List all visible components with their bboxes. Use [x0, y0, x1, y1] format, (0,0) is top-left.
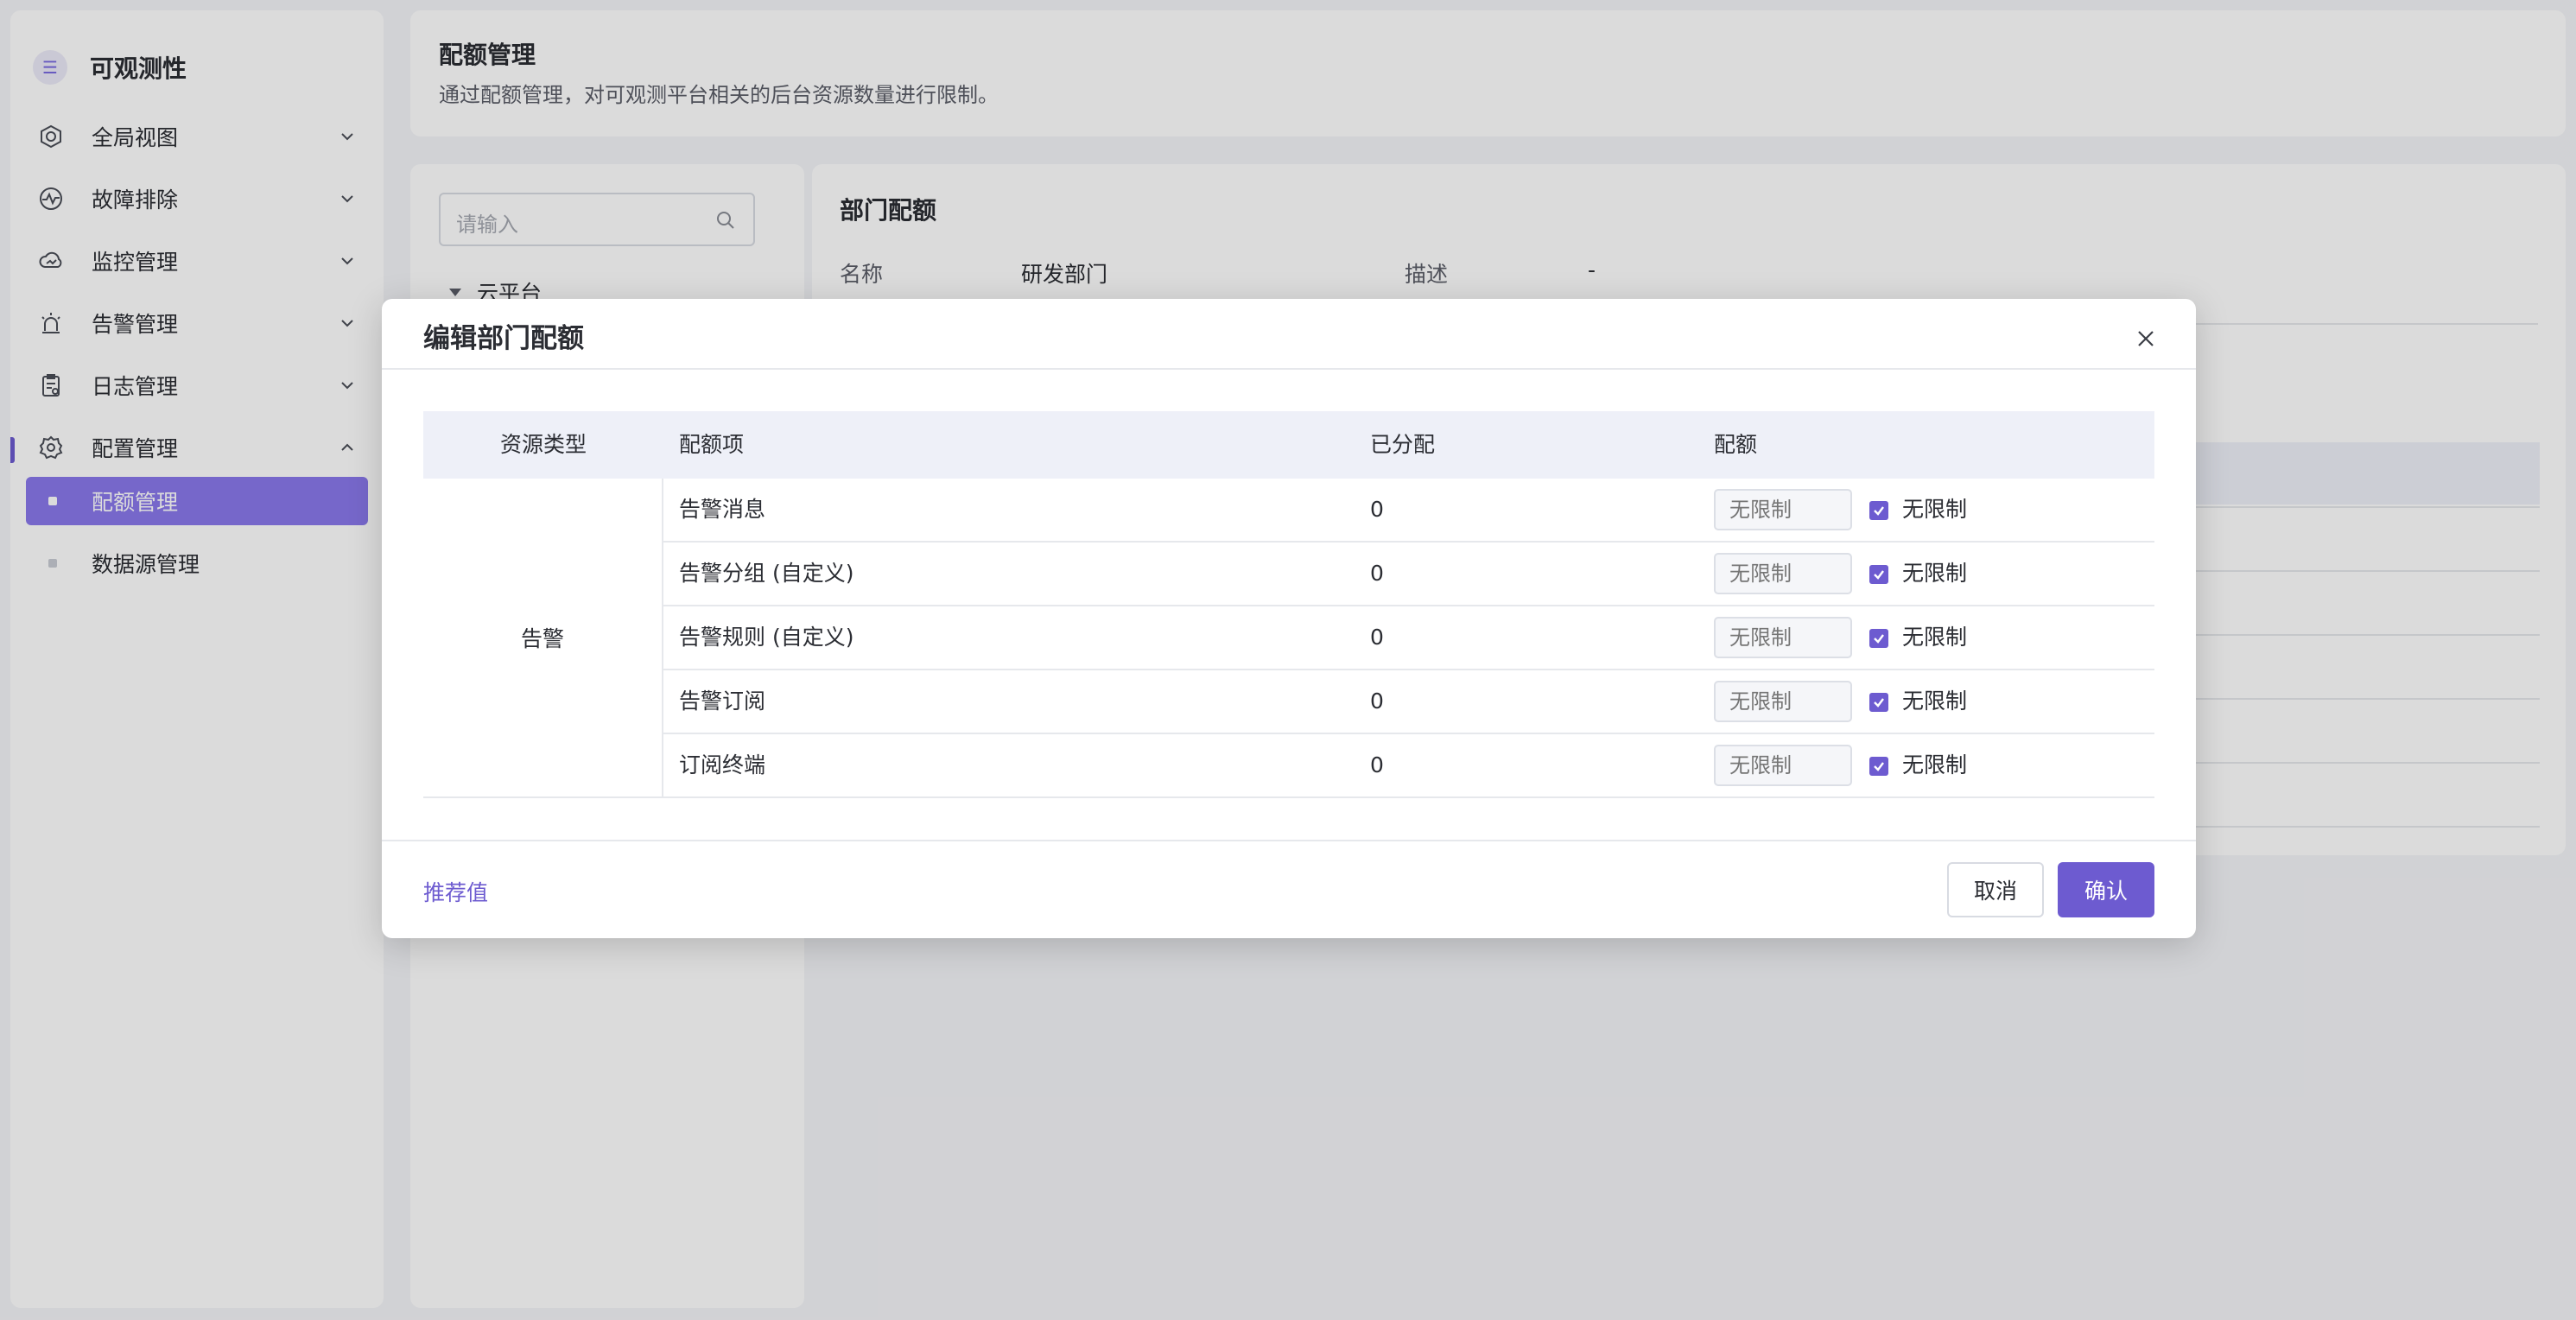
- cancel-button[interactable]: 取消: [1947, 862, 2044, 917]
- unlimited-label[interactable]: 无限制: [1902, 543, 1967, 605]
- recommended-value-link[interactable]: 推荐值: [423, 876, 488, 907]
- check-icon: [1874, 570, 1884, 580]
- check-icon: [1874, 506, 1884, 516]
- resource-type-cell: 告警: [423, 479, 663, 798]
- unlimited-label[interactable]: 无限制: [1902, 670, 1967, 733]
- column-header-quota-item: 配额项: [679, 432, 745, 457]
- close-icon: [2138, 331, 2154, 346]
- table-row: 告警分组 (自定义) 0 无限制: [663, 543, 2154, 606]
- unlimited-label[interactable]: 无限制: [1902, 606, 1967, 669]
- allocated-cell: 0: [1370, 752, 1384, 777]
- allocated-cell: 0: [1370, 497, 1384, 522]
- divider: [382, 368, 2196, 370]
- confirm-button[interactable]: 确认: [2058, 862, 2154, 917]
- allocated-cell: 0: [1370, 561, 1384, 586]
- table-body: 告警 告警消息 0 无限制 告警分组 (自定义) 0 无限制 告警规则 (自定义…: [423, 479, 2154, 798]
- unlimited-label[interactable]: 无限制: [1902, 734, 1967, 796]
- column-header-allocated: 已分配: [1370, 432, 1436, 457]
- unlimited-label[interactable]: 无限制: [1902, 479, 1967, 541]
- column-header-quota: 配额: [1714, 432, 1758, 457]
- check-icon: [1874, 634, 1884, 644]
- check-icon: [1874, 698, 1884, 708]
- divider: [382, 840, 2196, 841]
- quota-input[interactable]: [1714, 489, 1852, 530]
- quota-input[interactable]: [1714, 553, 1852, 594]
- unlimited-checkbox[interactable]: [1869, 693, 1888, 712]
- allocated-cell: 0: [1370, 625, 1384, 650]
- unlimited-checkbox[interactable]: [1869, 501, 1888, 520]
- table-row: 告警订阅 0 无限制: [663, 670, 2154, 734]
- quota-item-cell: 告警分组 (自定义): [679, 561, 854, 586]
- unlimited-checkbox[interactable]: [1869, 757, 1888, 776]
- close-button[interactable]: [2127, 320, 2165, 358]
- edit-quota-dialog: 编辑部门配额 资源类型 配额项 已分配 配额 告警 告警消息 0 无限制 告警分…: [382, 299, 2196, 938]
- allocated-cell: 0: [1370, 689, 1384, 714]
- quota-item-cell: 告警规则 (自定义): [679, 625, 854, 650]
- unlimited-checkbox[interactable]: [1869, 565, 1888, 584]
- unlimited-checkbox[interactable]: [1869, 629, 1888, 648]
- table-header: 资源类型 配额项 已分配 配额: [423, 411, 2154, 479]
- quota-item-cell: 订阅终端: [679, 752, 766, 777]
- quota-input[interactable]: [1714, 617, 1852, 658]
- column-header-resource-type: 资源类型: [499, 432, 587, 457]
- quota-input[interactable]: [1714, 745, 1852, 786]
- table-row: 告警规则 (自定义) 0 无限制: [663, 606, 2154, 670]
- quota-input[interactable]: [1714, 681, 1852, 722]
- dialog-title: 编辑部门配额: [423, 323, 584, 354]
- quota-item-cell: 告警消息: [679, 497, 766, 522]
- check-icon: [1874, 762, 1884, 771]
- table-row: 订阅终端 0 无限制: [663, 734, 2154, 798]
- quota-item-cell: 告警订阅: [679, 689, 766, 714]
- table-row: 告警消息 0 无限制: [663, 479, 2154, 543]
- quota-table: 资源类型 配额项 已分配 配额 告警 告警消息 0 无限制 告警分组 (自定义)…: [423, 411, 2154, 798]
